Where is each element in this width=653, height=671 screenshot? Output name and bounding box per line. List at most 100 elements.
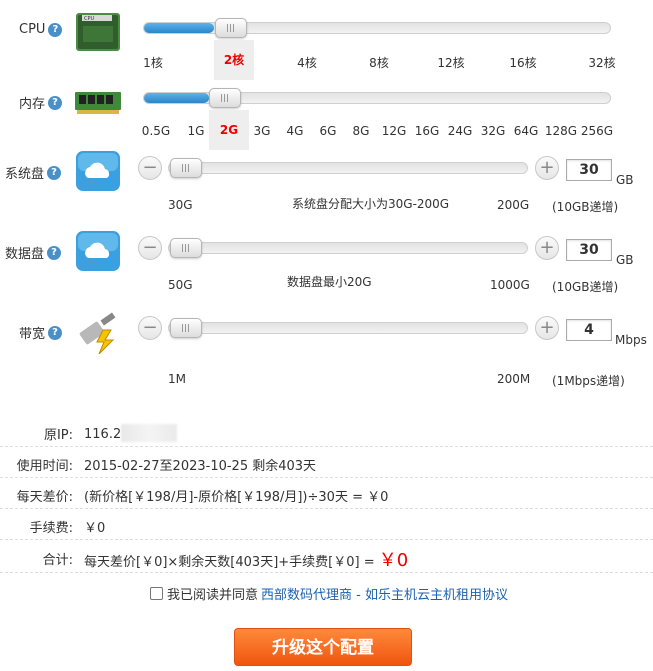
data-disk-label: 数据盘 [5,247,45,262]
cpu-tick[interactable]: 1核 [143,54,163,71]
data-disk-plus-button[interactable]: + [535,236,559,260]
system-disk-value-input[interactable]: 30 [566,159,612,181]
cpu-label-group: CPU ? [19,22,63,37]
memory-label: 内存 [19,97,46,112]
cpu-tick[interactable]: 16核 [509,54,536,71]
data-disk-minus-button[interactable]: − [138,236,162,260]
fee-label: 手续费: [29,521,73,536]
daily-diff-value: (新价格[￥198/月]-原价格[￥198/月])÷30天 = ￥0 [84,490,389,505]
data-disk-unit: GB [616,253,634,267]
memory-tick[interactable]: 64G [514,124,539,138]
system-disk-slider-track[interactable] [168,162,528,174]
system-disk-plus-button[interactable]: + [535,156,559,180]
memory-slider-fill [144,93,210,103]
fee-value: ￥0 [84,521,106,536]
total-row: 合计: 每天差价[￥0]×剩余天数[403天]+手续费[￥0] = ￥0 [0,541,653,573]
cpu-tick[interactable]: 12核 [437,54,464,71]
bandwidth-max: 200M [497,372,531,386]
help-icon[interactable]: ? [48,95,63,110]
data-disk-slider-handle[interactable] [170,238,202,258]
agreement-text: 我已阅读并同意 [167,588,259,603]
system-disk-label: 系统盘 [5,167,45,182]
system-disk-minus-button[interactable]: − [138,156,162,180]
system-disk-min: 30G [168,198,193,212]
cloud-disk-icon [76,231,120,271]
bandwidth-min: 1M [168,372,186,386]
bandwidth-step: (1Mbps递增) [552,374,625,388]
cpu-tick[interactable]: 4核 [297,54,317,71]
original-ip-label: 原IP: [43,428,73,443]
bandwidth-minus-button[interactable]: − [138,316,162,340]
memory-tick[interactable]: 128G [545,124,577,138]
cpu-slider-fill [144,23,214,33]
bandwidth-plus-button[interactable]: + [535,316,559,340]
help-icon[interactable]: ? [47,165,62,180]
data-disk-step: (10GB递增) [552,280,619,294]
system-disk-note: 系统盘分配大小为30G-200G [292,197,450,211]
data-disk-max: 1000G [490,278,530,292]
bandwidth-slider-track[interactable] [168,322,528,334]
fee-row: 手续费: ￥0 [0,510,653,540]
help-icon[interactable]: ? [48,22,63,37]
agreement-checkbox[interactable] [150,587,163,600]
cpu-slider-track[interactable] [143,22,611,34]
memory-slider-handle[interactable] [209,88,241,108]
bandwidth-value-input[interactable]: 4 [566,319,612,341]
data-disk-slider-track[interactable] [168,242,528,254]
memory-tick[interactable]: 32G [481,124,506,138]
cpu-label: CPU [19,22,46,37]
memory-tick[interactable]: 1G [188,124,205,138]
cloud-disk-icon [76,151,120,191]
memory-tick-selected[interactable]: 2G [209,110,249,150]
cpu-tick-selected[interactable]: 2核 [214,40,254,80]
usage-time-label: 使用时间: [16,459,73,474]
original-ip-value-group: 116.2 [84,424,178,442]
data-disk-value-input[interactable]: 30 [566,239,612,261]
daily-diff-label: 每天差价: [16,490,73,505]
total-formula: 每天差价[￥0]×剩余天数[403天]+手续费[￥0] = [84,555,379,570]
memory-module-icon [75,92,121,114]
network-cable-icon [79,312,116,354]
system-disk-step: (10GB递增) [552,200,619,214]
data-disk-note: 数据盘最小20G [287,275,372,289]
bandwidth-slider-handle[interactable] [170,318,202,338]
memory-tick[interactable]: 256G [581,124,613,138]
usage-time-value: 2015-02-27至2023-10-25 剩余403天 [84,459,317,474]
usage-time-row: 使用时间: 2015-02-27至2023-10-25 剩余403天 [0,448,653,478]
original-ip-value: 116.2 [84,427,122,442]
total-value-group: 每天差价[￥0]×剩余天数[403天]+手续费[￥0] = ￥0 [84,546,408,572]
memory-label-group: 内存 ? [19,93,63,112]
daily-diff-row: 每天差价: (新价格[￥198/月]-原价格[￥198/月])÷30天 = ￥0 [0,479,653,509]
total-price: ￥0 [378,550,409,571]
system-disk-max: 200G [497,198,530,212]
memory-tick[interactable]: 6G [320,124,337,138]
svg-text:CPU: CPU [84,16,95,22]
cpu-tick[interactable]: 8核 [369,54,389,71]
memory-tick[interactable]: 3G [254,124,271,138]
data-disk-min: 50G [168,278,193,292]
agreement-link[interactable]: 西部数码代理商 - 如乐主机云主机租用协议 [261,584,508,603]
system-disk-label-group: 系统盘 ? [5,163,62,182]
memory-tick[interactable]: 8G [353,124,370,138]
memory-tick[interactable]: 12G [382,124,407,138]
memory-tick[interactable]: 0.5G [142,124,170,138]
upgrade-button[interactable]: 升级这个配置 [234,628,412,666]
memory-tick[interactable]: 16G [415,124,440,138]
original-ip-row: 原IP: 116.2 [0,417,653,447]
cpu-chip-icon: CPU [76,13,120,51]
help-icon[interactable]: ? [48,325,63,340]
bandwidth-label-group: 带宽 ? [19,323,63,342]
memory-tick[interactable]: 4G [287,124,304,138]
cpu-tick[interactable]: 32核 [588,54,615,71]
bandwidth-unit: Mbps [615,333,647,347]
redacted-blur [121,424,178,442]
cpu-slider-handle[interactable] [215,18,247,38]
data-disk-label-group: 数据盘 ? [5,243,62,262]
memory-tick[interactable]: 24G [448,124,473,138]
help-icon[interactable]: ? [47,245,62,260]
bandwidth-label: 带宽 [19,327,46,342]
total-label: 合计: [42,553,73,568]
system-disk-unit: GB [616,173,634,187]
system-disk-slider-handle[interactable] [170,158,202,178]
agreement-row: 我已阅读并同意 西部数码代理商 - 如乐主机云主机租用协议 [150,584,508,603]
